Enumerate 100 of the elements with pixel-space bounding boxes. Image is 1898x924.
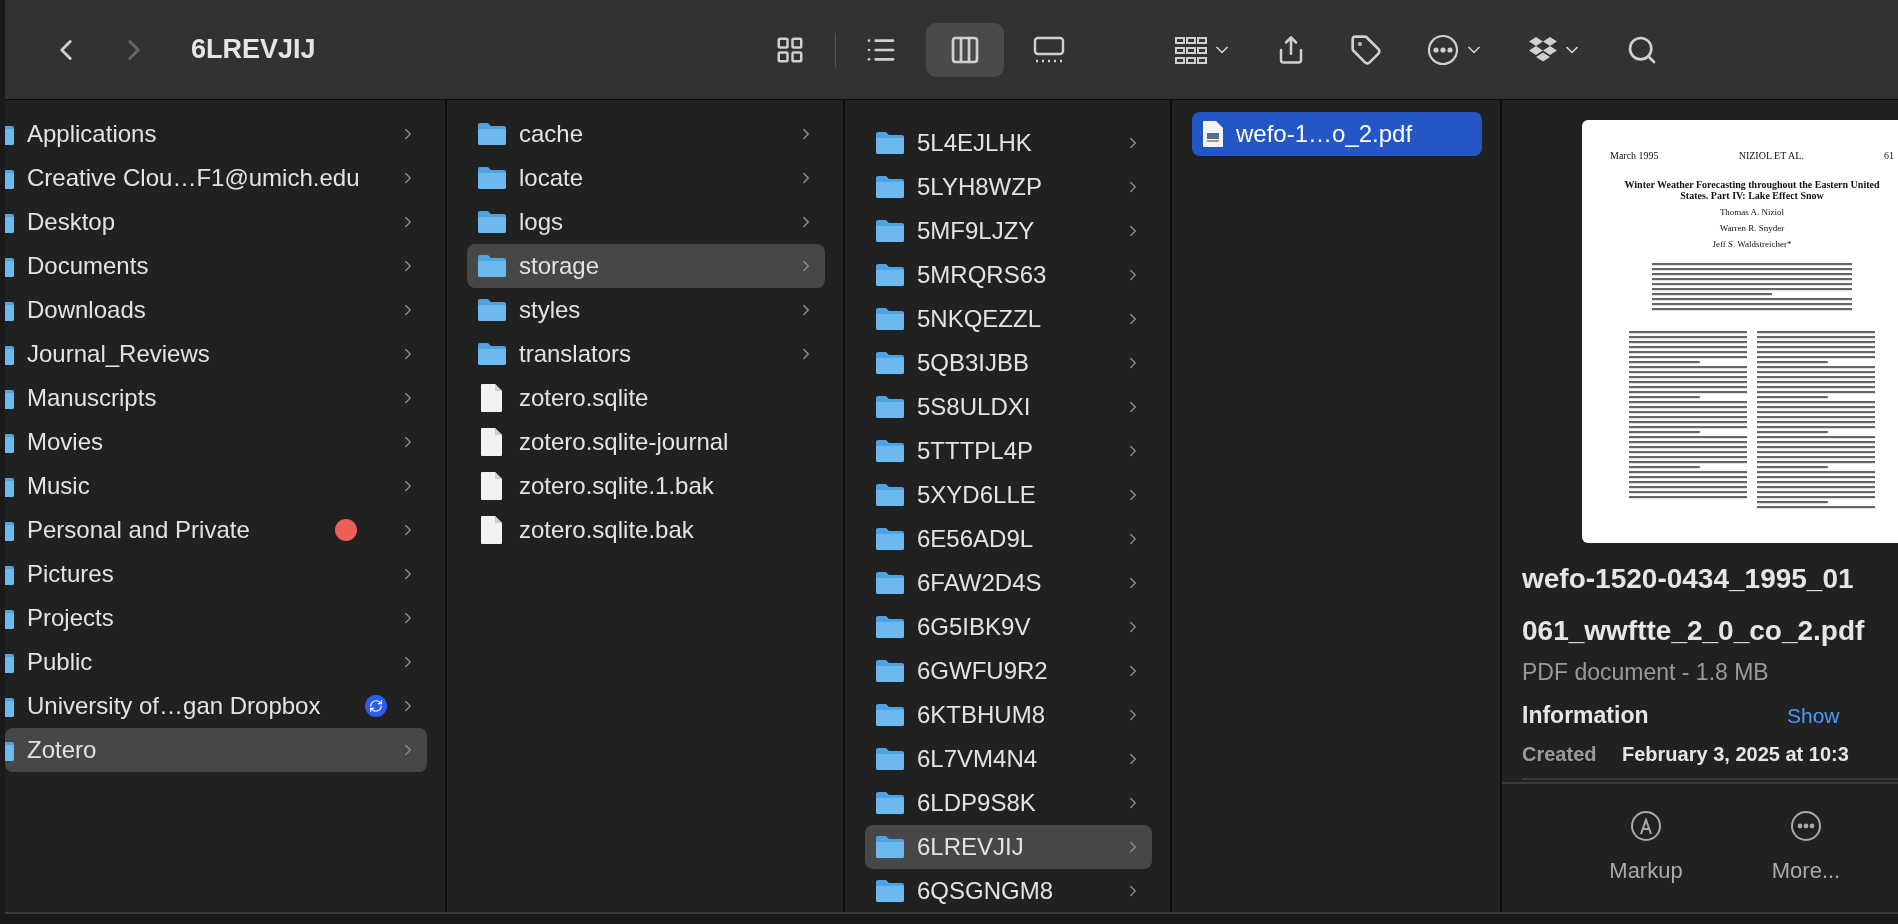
- folder-row[interactable]: Applications: [5, 112, 427, 156]
- item-name: 6LDP9S8K: [917, 789, 1037, 817]
- paper-title: Winter Weather Forecasting throughout the Eastern United States. Part IV: Lake Effect Snow: [1623, 179, 1881, 201]
- folder-row[interactable]: 6LDP9S8K: [865, 781, 1152, 825]
- item-name: 6L7VM4N4: [917, 745, 1039, 773]
- item-name: zotero.sqlite.1.bak: [519, 472, 715, 500]
- item-name: 5XYD6LLE: [917, 481, 1037, 509]
- item-name: Creative Clou…F1@umich.edu: [27, 164, 361, 192]
- author-name: Thomas A. Niziol: [1719, 207, 1785, 217]
- folder-row[interactable]: 6G5IBK9V: [865, 605, 1152, 649]
- folder-row[interactable]: Documents: [5, 244, 427, 288]
- item-name: Journal_Reviews: [27, 340, 211, 368]
- folder-row[interactable]: 5XYD6LLE: [865, 473, 1152, 517]
- folder-row[interactable]: 5S8ULDXI: [865, 385, 1152, 429]
- item-name: locate: [519, 164, 585, 192]
- folder-row[interactable]: Journal_Reviews: [5, 332, 427, 376]
- folder-row[interactable]: storage: [467, 244, 825, 288]
- item-name: logs: [519, 208, 565, 236]
- folder-row[interactable]: Manuscripts: [5, 376, 427, 420]
- folder-row[interactable]: styles: [467, 288, 825, 332]
- item-name: 5TTTPL4P: [917, 437, 1035, 465]
- folder-row[interactable]: Zotero: [5, 728, 427, 772]
- item-name: wefo-1…o_2.pdf: [1236, 120, 1414, 148]
- folder-row[interactable]: 6FAW2D4S: [865, 561, 1152, 605]
- item-name: 5QB3IJBB: [917, 349, 1031, 377]
- item-name: cache: [519, 120, 585, 148]
- folder-row[interactable]: 6QSGNGM8: [865, 869, 1152, 912]
- folder-row[interactable]: translators: [467, 332, 825, 376]
- folder-row[interactable]: Pictures: [5, 552, 427, 596]
- item-name: 6G5IBK9V: [917, 613, 1032, 641]
- item-name: 5MF9LJZY: [917, 217, 1036, 245]
- page-number: 61: [1884, 150, 1894, 161]
- folder-row[interactable]: logs: [467, 200, 825, 244]
- item-name: translators: [519, 340, 633, 368]
- item-name: 6LREVJIJ: [917, 833, 1025, 861]
- item-name: zotero.sqlite.bak: [519, 516, 695, 544]
- folder-row[interactable]: 5MRQRS63: [865, 253, 1152, 297]
- item-name: Documents: [27, 252, 150, 280]
- folder-row[interactable]: 6E56AD9L: [865, 517, 1152, 561]
- author-name: Warren R. Snyder: [1719, 223, 1785, 233]
- file-row[interactable]: zotero.sqlite.1.bak: [467, 464, 825, 508]
- item-name: Manuscripts: [27, 384, 158, 412]
- page-header: March 1995: [1610, 150, 1659, 161]
- item-name: 6KTBHUM8: [917, 701, 1047, 729]
- item-name: University of…gan Dropbox: [27, 692, 322, 720]
- item-name: Applications: [27, 120, 158, 148]
- item-name: Pictures: [27, 560, 115, 588]
- item-name: styles: [519, 296, 582, 324]
- item-name: Downloads: [27, 296, 147, 324]
- folder-row[interactable]: 5NKQEZZL: [865, 297, 1152, 341]
- item-name: storage: [519, 252, 601, 280]
- folder-row[interactable]: 5L4EJLHK: [865, 121, 1152, 165]
- folder-row[interactable]: Creative Clou…F1@umich.edu: [5, 156, 427, 200]
- file-kind-size: PDF document - 1.8 MB: [1522, 659, 1770, 686]
- markup-button[interactable]: Markup: [1586, 784, 1706, 912]
- item-name: 5LYH8WZP: [917, 173, 1043, 201]
- more-button[interactable]: More...: [1746, 784, 1866, 912]
- item-name: Desktop: [27, 208, 117, 236]
- folder-row[interactable]: locate: [467, 156, 825, 200]
- folder-row[interactable]: 5LYH8WZP: [865, 165, 1152, 209]
- item-name: 6FAW2D4S: [917, 569, 1043, 597]
- folder-row[interactable]: Projects: [5, 596, 427, 640]
- folder-row[interactable]: 6KTBHUM8: [865, 693, 1152, 737]
- page-header: NIZIOL ET AL.: [1738, 150, 1804, 161]
- item-name: Personal and Private: [27, 516, 251, 544]
- file-row[interactable]: zotero.sqlite: [467, 376, 825, 420]
- folder-row[interactable]: 5TTTPL4P: [865, 429, 1152, 473]
- file-row[interactable]: zotero.sqlite-journal: [467, 420, 825, 464]
- folder-row[interactable]: 5MF9LJZY: [865, 209, 1152, 253]
- folder-row[interactable]: Public: [5, 640, 427, 684]
- item-name: Movies: [27, 428, 105, 456]
- item-name: 6E56AD9L: [917, 525, 1035, 553]
- item-name: 6GWFU9R2: [917, 657, 1049, 685]
- item-name: Public: [27, 648, 94, 676]
- file-row[interactable]: wefo-1…o_2.pdf: [1192, 112, 1482, 156]
- item-name: 5NKQEZZL: [917, 305, 1043, 333]
- folder-row[interactable]: Personal and Private: [5, 508, 427, 552]
- show-link[interactable]: Show: [1787, 703, 1840, 728]
- field-label: Created: [1522, 743, 1598, 766]
- folder-row[interactable]: Music: [5, 464, 427, 508]
- file-name: wefo-1520-0434_1995_01: [1522, 562, 1855, 596]
- item-name: Music: [27, 472, 91, 500]
- folder-row[interactable]: Downloads: [5, 288, 427, 332]
- folder-row[interactable]: Movies: [5, 420, 427, 464]
- folder-row[interactable]: 6LREVJIJ: [865, 825, 1152, 869]
- folder-row[interactable]: 6GWFU9R2: [865, 649, 1152, 693]
- folder-row[interactable]: University of…gan Dropbox: [5, 684, 427, 728]
- item-name: zotero.sqlite-journal: [519, 428, 730, 456]
- item-name: 5MRQRS63: [917, 261, 1048, 289]
- item-name: 5S8ULDXI: [917, 393, 1032, 421]
- folder-row[interactable]: 6L7VM4N4: [865, 737, 1152, 781]
- item-name: 5L4EJLHK: [917, 129, 1033, 157]
- author-name: Jeff S. Waldstreicher*: [1712, 239, 1792, 249]
- file-name: 061_wwftte_2_0_co_2.pdf: [1522, 614, 1866, 648]
- folder-row[interactable]: cache: [467, 112, 825, 156]
- field-value: February 3, 2025 at 10:3: [1622, 743, 1849, 766]
- file-row[interactable]: zotero.sqlite.bak: [467, 508, 825, 552]
- folder-row[interactable]: Desktop: [5, 200, 427, 244]
- item-name: Zotero: [27, 736, 98, 764]
- folder-row[interactable]: 5QB3IJBB: [865, 341, 1152, 385]
